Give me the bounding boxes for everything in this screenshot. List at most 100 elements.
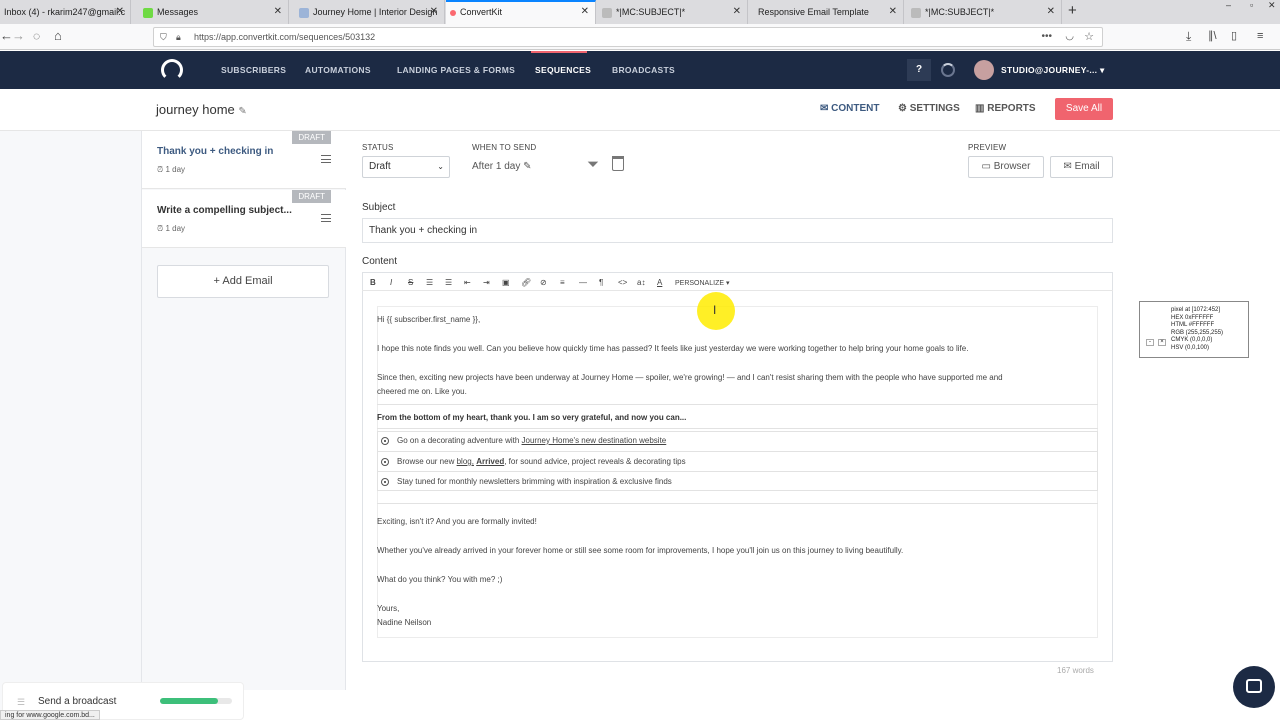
bullet-list-icon[interactable]: ☰ [426, 278, 433, 287]
address-bar[interactable]: ⛉ 🔒︎ https://app.convertkit.com/sequence… [153, 27, 1103, 47]
nav-broadcasts[interactable]: BROADCASTS [612, 51, 675, 89]
tab-reports[interactable]: ▥ REPORTS [975, 103, 1036, 114]
upwork-icon [143, 7, 153, 18]
email-item-2[interactable]: DRAFT Write a compelling subject... ⏰︎ 1… [142, 190, 347, 248]
library-icon[interactable]: ∥\ [1208, 29, 1217, 43]
close-icon[interactable]: ✕ [116, 0, 124, 24]
align-icon[interactable]: ≡ [560, 278, 565, 287]
arrived-link[interactable]: Arrived [476, 457, 504, 466]
pencil-icon: ✎ [523, 161, 532, 172]
close-icon[interactable]: × [1158, 339, 1166, 346]
window-close-icon[interactable]: ✕ [1268, 0, 1276, 11]
trash-icon[interactable] [612, 156, 624, 171]
tab-mc-subject-2[interactable]: *|MC:SUBJECT|* ✕ [907, 0, 1062, 24]
home-icon[interactable]: ⌂ [54, 29, 62, 43]
pencil-icon[interactable]: ✎ [238, 106, 246, 117]
text-size-icon[interactable]: a↕ [637, 278, 645, 287]
status-select[interactable]: Draft ⌄ [362, 156, 450, 178]
tab-content[interactable]: ✉ CONTENT [820, 103, 880, 114]
destination-website-link[interactable]: Journey Home's new destination website [522, 436, 667, 445]
pocket-icon[interactable]: ◡ [1065, 28, 1074, 46]
horizontal-rule-icon[interactable]: — [579, 278, 587, 287]
personalize-dropdown[interactable]: PERSONALIZE ▾ [675, 279, 729, 287]
italic-icon[interactable]: I [390, 278, 392, 287]
when-to-send-value[interactable]: After 1 day ✎ [472, 161, 532, 172]
avatar[interactable] [974, 60, 994, 80]
email-item-1[interactable]: DRAFT Thank you + checking in ⏰︎ 1 day [142, 131, 347, 189]
new-tab-button[interactable]: + [1068, 2, 1077, 19]
close-icon[interactable]: ✕ [733, 0, 741, 24]
tab-mc-subject-1[interactable]: *|MC:SUBJECT|* ✕ [598, 0, 748, 24]
convertkit-logo[interactable] [161, 59, 183, 81]
blog-link[interactable]: blog, [457, 457, 474, 466]
paragraph-3: From the bottom of my heart, thank you. … [377, 413, 687, 422]
add-email-button[interactable]: + Add Email [157, 265, 329, 298]
close-icon[interactable]: ✕ [430, 0, 438, 24]
filter-icon[interactable]: ⏷ [587, 156, 599, 173]
page-title[interactable]: journey home ✎ [156, 102, 247, 117]
close-icon[interactable]: ✕ [889, 0, 897, 24]
nav-sequences[interactable]: SEQUENCES [535, 51, 591, 89]
code-icon[interactable]: <> [618, 278, 627, 287]
browser-nav-bar: ← → ◌ ⌂ ⛉ 🔒︎ https://app.convertkit.com/… [0, 24, 1280, 50]
link-icon[interactable]: 🔗︎ [521, 278, 531, 287]
envelope-icon: ✉ [820, 103, 829, 114]
email-delay: ⏰︎ 1 day [157, 224, 186, 233]
bookmark-star-icon[interactable]: ☆ [1084, 28, 1094, 46]
paragraph-icon[interactable]: ¶ [599, 278, 603, 287]
tab-journey-home[interactable]: Journey Home | Interior Design ✕ [295, 0, 445, 24]
tab-responsive-email[interactable]: Responsive Email Template ✕ [754, 0, 904, 24]
signoff: Yours, [377, 604, 400, 613]
draft-badge: DRAFT [292, 131, 331, 144]
nav-automations[interactable]: AUTOMATIONS [305, 51, 371, 89]
tab-messages[interactable]: Messages ✕ [139, 0, 289, 24]
unlink-icon[interactable]: ⊘ [540, 278, 547, 287]
close-icon[interactable]: ✕ [274, 0, 282, 24]
minimize-icon[interactable]: – [1226, 0, 1231, 10]
text-color-icon[interactable]: A [657, 278, 662, 287]
tab-convertkit[interactable]: ConvertKit ✕ [446, 0, 596, 24]
help-button[interactable]: ? [907, 59, 931, 81]
close-icon[interactable]: ✕ [581, 2, 589, 22]
outdent-icon[interactable]: ⇤ [464, 278, 471, 287]
drag-handle-icon[interactable] [321, 155, 331, 163]
tab-gmail[interactable]: Inbox (4) - rkarim247@gmail.c ✕ [0, 0, 131, 24]
chat-button[interactable] [1233, 666, 1275, 708]
indent-icon[interactable]: ⇥ [483, 278, 490, 287]
preview-email-button[interactable]: ✉ Email [1050, 156, 1113, 178]
subject-input[interactable]: Thank you + checking in [362, 218, 1113, 243]
browser-window-icon: ▭ [981, 161, 991, 172]
drag-handle-icon[interactable] [321, 214, 331, 222]
loading-spinner-icon[interactable]: ◌ [33, 29, 40, 43]
broadcast-label: Send a broadcast [38, 696, 117, 707]
nav-subscribers[interactable]: SUBSCRIBERS [221, 51, 286, 89]
numbered-list-icon[interactable]: ☰ [445, 278, 452, 287]
clock-icon: ⏰︎ [157, 224, 164, 233]
word-count: 167 words [1057, 666, 1094, 675]
bullet-icon [381, 437, 389, 445]
strikethrough-icon[interactable]: S [408, 278, 413, 287]
sequence-header: journey home ✎ ✉ CONTENT ⚙ SETTINGS ▥ RE… [0, 89, 1280, 131]
menu-icon[interactable]: ≡ [1257, 29, 1263, 43]
content-label: Content [362, 256, 398, 267]
save-all-button[interactable]: Save All [1055, 98, 1113, 120]
close-icon[interactable]: ✕ [1047, 0, 1055, 24]
nav-landing-pages[interactable]: LANDING PAGES & FORMS [397, 51, 515, 89]
bullet-icon [381, 478, 389, 486]
minus-icon[interactable]: - [1146, 339, 1154, 346]
sidebar-icon[interactable]: ▯ [1231, 29, 1237, 43]
account-menu[interactable]: STUDIO@JOURNEY-... ▾ [1001, 51, 1105, 89]
forward-icon[interactable]: → [12, 29, 25, 43]
paragraph-2a: Since then, exciting new projects have b… [377, 373, 1003, 382]
paragraph-1: I hope this note finds you well. Can you… [377, 344, 969, 353]
more-icon[interactable]: ••• [1041, 28, 1052, 46]
bold-icon[interactable]: B [370, 278, 376, 287]
shield-icon: ⛉ [160, 32, 167, 42]
browser-status-bar: ing for www.google.com.bd... [0, 710, 100, 720]
tab-settings[interactable]: ⚙ SETTINGS [898, 103, 960, 114]
maximize-icon[interactable]: ▫ [1250, 0, 1253, 10]
broadcast-progress [160, 698, 232, 704]
image-icon[interactable]: ▣ [502, 278, 510, 287]
preview-browser-button[interactable]: ▭ Browser [968, 156, 1044, 178]
download-icon[interactable]: ⤓ [1186, 29, 1191, 43]
